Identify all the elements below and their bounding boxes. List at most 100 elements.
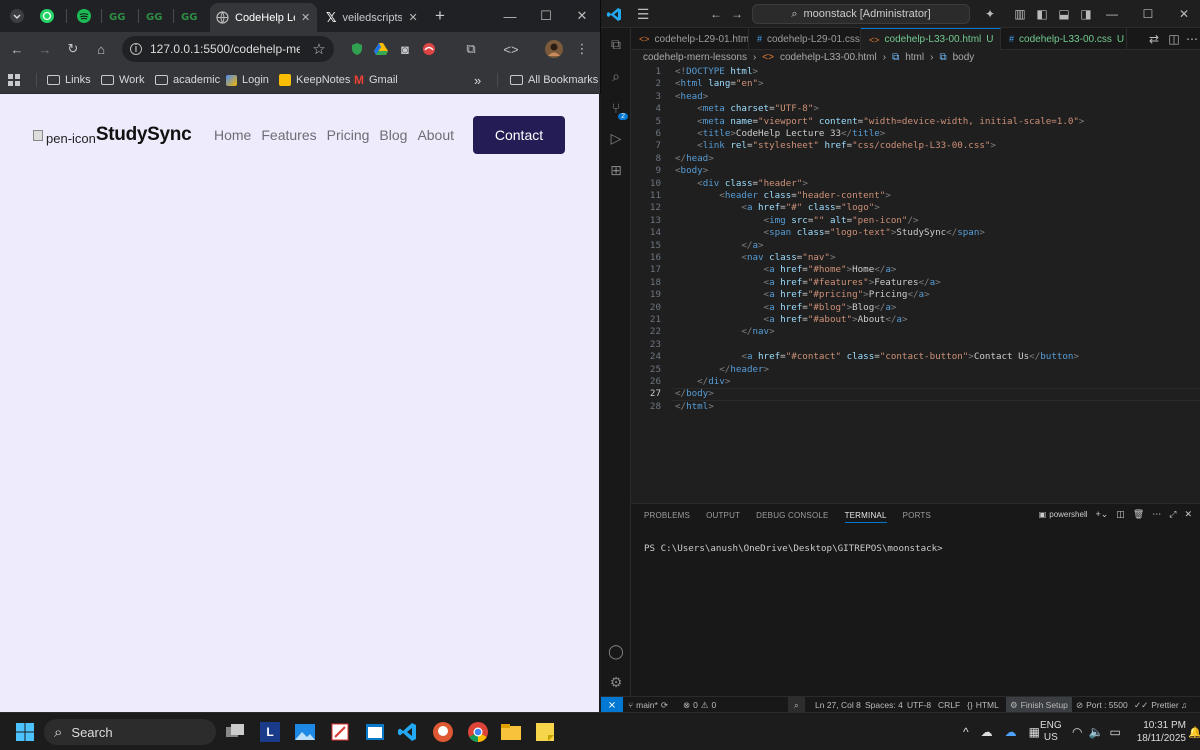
code-line[interactable]: 18 <a href="#features">Features</a> [631, 277, 1200, 289]
toggle-secondary-icon[interactable]: ◨ [1077, 5, 1095, 23]
spotify-tab-icon[interactable] [73, 6, 95, 26]
photos-icon[interactable] [292, 719, 318, 745]
panel-tab-terminal[interactable]: TERMINAL [844, 511, 887, 523]
nav-pricing[interactable]: Pricing [327, 127, 370, 143]
new-tab-button[interactable]: + [429, 6, 451, 26]
language-indicator[interactable]: ENG US [1040, 713, 1062, 750]
code-line[interactable]: 5 <meta name="viewport" content="width=d… [631, 116, 1200, 128]
windows-start-icon[interactable] [12, 719, 38, 745]
extensions-puzzle-icon[interactable]: ⧉ [460, 38, 482, 60]
code-line[interactable]: 1 <!DOCTYPE html> [631, 66, 1200, 78]
more-actions-icon[interactable]: ⋯ [1152, 509, 1161, 520]
snipping-tool-icon[interactable] [327, 719, 353, 745]
bookmark-gmail[interactable]: M Gmail [354, 71, 398, 89]
account-icon[interactable]: ◯ [606, 641, 626, 661]
panel-tab-debug-console[interactable]: DEBUG CONSOLE [756, 511, 828, 523]
kill-terminal-icon[interactable]: 🗑 [1133, 509, 1144, 520]
code-line[interactable]: 6 <title>CodeHelp Lecture 33</title> [631, 128, 1200, 140]
back-button[interactable]: ← [6, 38, 28, 60]
code-line[interactable]: 23 [631, 339, 1200, 351]
code-line[interactable]: 20 <a href="#blog">Blog</a> [631, 302, 1200, 314]
vscode-taskbar-icon[interactable] [395, 719, 421, 745]
close-tab-icon[interactable]: ✕ [408, 11, 417, 24]
forward-button[interactable]: → [34, 38, 56, 60]
cloud-icon[interactable]: ☁ [981, 725, 993, 739]
extension-icon[interactable] [418, 38, 440, 60]
code-line[interactable]: 3 <head> [631, 91, 1200, 103]
new-terminal-icon[interactable]: +⌄ [1096, 509, 1109, 520]
quick-settings[interactable]: ◠ 🔈 ▭ [1072, 713, 1121, 750]
breadcrumb-item[interactable]: codehelp-mern-lessons [643, 52, 747, 63]
apps-grid-icon[interactable] [8, 71, 20, 89]
bookmark-links[interactable]: Links [47, 71, 91, 89]
reload-button[interactable]: ↻ [62, 38, 84, 60]
source-control-icon[interactable]: ⑂ 2 [606, 98, 628, 120]
code-line[interactable]: 2 <html lang="en"> [631, 78, 1200, 90]
maximize-button[interactable]: ☐ [528, 0, 564, 32]
code-editor[interactable]: 1 <!DOCTYPE html> 2 <html lang="en"> 3 <head>… [631, 63, 1200, 503]
panel-tab-problems[interactable]: PROBLEMS [644, 511, 690, 523]
file-explorer-icon[interactable] [498, 719, 524, 745]
panel-tab-ports[interactable]: PORTS [903, 511, 931, 523]
editor-tab-active[interactable]: <> codehelp-L33-00.html U [861, 28, 1001, 50]
breadcrumb-item[interactable]: codehelp-L33-00.html [780, 52, 877, 63]
site-info-icon[interactable]: i [130, 43, 142, 55]
code-line[interactable]: 4 <meta charset="UTF-8"> [631, 103, 1200, 115]
sticky-notes-icon[interactable] [532, 719, 558, 745]
layout-panel-icon[interactable]: ▥ [1011, 5, 1029, 23]
bookmark-login[interactable]: Login [226, 71, 269, 89]
code-line[interactable]: 26 </div> [631, 376, 1200, 388]
toggle-sidebar-icon[interactable]: ◧ [1033, 5, 1051, 23]
show-hidden-icons-icon[interactable]: ^ [963, 725, 969, 739]
toggle-panel-icon[interactable]: ⬓ [1055, 5, 1073, 23]
remote-indicator-icon[interactable]: ⨯ [601, 697, 623, 713]
breadcrumb-item[interactable]: html [905, 52, 924, 63]
code-line[interactable]: 25 </header> [631, 364, 1200, 376]
line-ending[interactable]: CRLF [938, 697, 960, 713]
editor-tab[interactable]: # codehelp-L29-01.css [749, 28, 861, 50]
bookmark-keepnotes[interactable]: KeepNotes [279, 71, 350, 89]
code-line[interactable]: 10 <div class="header"> [631, 178, 1200, 190]
search-icon[interactable]: ⌕ [606, 66, 626, 86]
app-window-icon[interactable] [362, 719, 388, 745]
contact-button[interactable]: Contact [473, 116, 565, 154]
split-terminal-icon[interactable]: ◫ [1116, 509, 1125, 520]
bookmark-academic[interactable]: academic [155, 71, 220, 89]
code-line[interactable]: 7 <link rel="stylesheet" href="css/codeh… [631, 140, 1200, 152]
bookmark-star-icon[interactable]: ☆ [308, 38, 330, 60]
notifications-bell-icon[interactable]: 🔔 [1188, 713, 1200, 750]
code-line[interactable]: 27 </body> [631, 388, 1200, 400]
tab-veiledscripts[interactable]: 𝕏 veiledscripts ✕ [320, 3, 427, 32]
code-line[interactable]: 28 </html> [631, 401, 1200, 413]
gfg-tab-icon[interactable]: GG [179, 6, 201, 26]
editor-tab[interactable]: <> codehelp-L29-01.html [631, 28, 749, 50]
tab-search-icon[interactable] [6, 6, 28, 26]
close-panel-icon[interactable]: ✕ [1184, 509, 1192, 520]
all-bookmarks[interactable]: All Bookmarks [510, 71, 598, 89]
menu-kebab-icon[interactable]: ⋮ [571, 38, 593, 60]
maximize-button[interactable]: ☐ [1139, 5, 1157, 23]
clock[interactable]: 10:31 PM 18/11/2025 [1134, 713, 1186, 750]
chrome-icon[interactable] [465, 719, 491, 745]
close-window-button[interactable]: ✕ [1175, 5, 1193, 23]
nav-back-icon[interactable]: ← [707, 5, 725, 23]
manage-gear-icon[interactable]: ⚙ [606, 672, 626, 692]
bookmark-work[interactable]: Work [101, 71, 144, 89]
tab-active[interactable]: CodeHelp Lec ✕ [210, 3, 317, 32]
command-center[interactable]: ⌕ moonstack [Administrator] [752, 4, 970, 24]
open-changes-icon[interactable]: ⇄ [1145, 30, 1163, 48]
code-line[interactable]: 24 <a href="#contact" class="contact-but… [631, 351, 1200, 363]
brave-shield-icon[interactable] [346, 38, 368, 60]
maximize-panel-icon[interactable]: ⤢ [1169, 509, 1176, 520]
code-line[interactable]: 8 </head> [631, 153, 1200, 165]
close-window-button[interactable]: ✕ [564, 0, 600, 32]
indentation[interactable]: Spaces: 4 [865, 697, 903, 713]
nav-about[interactable]: About [417, 127, 454, 143]
code-line[interactable]: 15 </a> [631, 240, 1200, 252]
address-bar[interactable]: i 127.0.0.1:5500/codehelp-mer... [122, 36, 334, 62]
zoom-search-icon[interactable]: ⌕ [788, 697, 805, 713]
onedrive-icon[interactable]: ☁ [1005, 725, 1017, 739]
whatsapp-tab-icon[interactable] [36, 6, 58, 26]
editor-tab[interactable]: # codehelp-L33-00.css U [1001, 28, 1127, 50]
code-line[interactable]: 17 <a href="#home">Home</a> [631, 264, 1200, 276]
